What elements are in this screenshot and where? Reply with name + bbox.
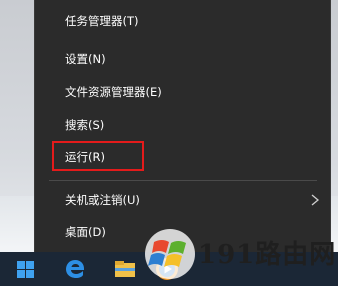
menu-item-task-manager[interactable]: 任务管理器(T) (35, 6, 330, 36)
watermark-text: 191路由网 (198, 240, 337, 270)
menu-item-settings[interactable]: 设置(N) (35, 44, 330, 74)
watermark: 191路由网 (140, 222, 338, 286)
menu-item-search[interactable]: 搜索(S) (35, 110, 330, 140)
menu-item-file-explorer[interactable]: 文件资源管理器(E) (35, 77, 330, 107)
menu-item-label: 桌面(D) (65, 225, 106, 239)
winx-context-menu: 任务管理器(T) 设置(N) 文件资源管理器(E) 搜索(S) 运行(R) 关机… (34, 0, 331, 252)
menu-item-label: 关机或注销(U) (65, 193, 140, 207)
menu-item-shutdown-signout[interactable]: 关机或注销(U) (35, 185, 330, 215)
windows-logo-icon (145, 229, 195, 279)
menu-item-label: 设置(N) (65, 52, 106, 66)
file-explorer-icon[interactable] (108, 252, 142, 286)
menu-item-label: 文件资源管理器(E) (65, 85, 162, 99)
menu-separator (49, 180, 317, 181)
windows-start-icon[interactable] (8, 252, 42, 286)
edge-browser-icon[interactable] (58, 252, 92, 286)
chevron-right-icon (311, 194, 320, 206)
run-highlight-box (52, 141, 144, 171)
menu-item-label: 任务管理器(T) (65, 14, 139, 28)
menu-item-label: 搜索(S) (65, 118, 105, 132)
